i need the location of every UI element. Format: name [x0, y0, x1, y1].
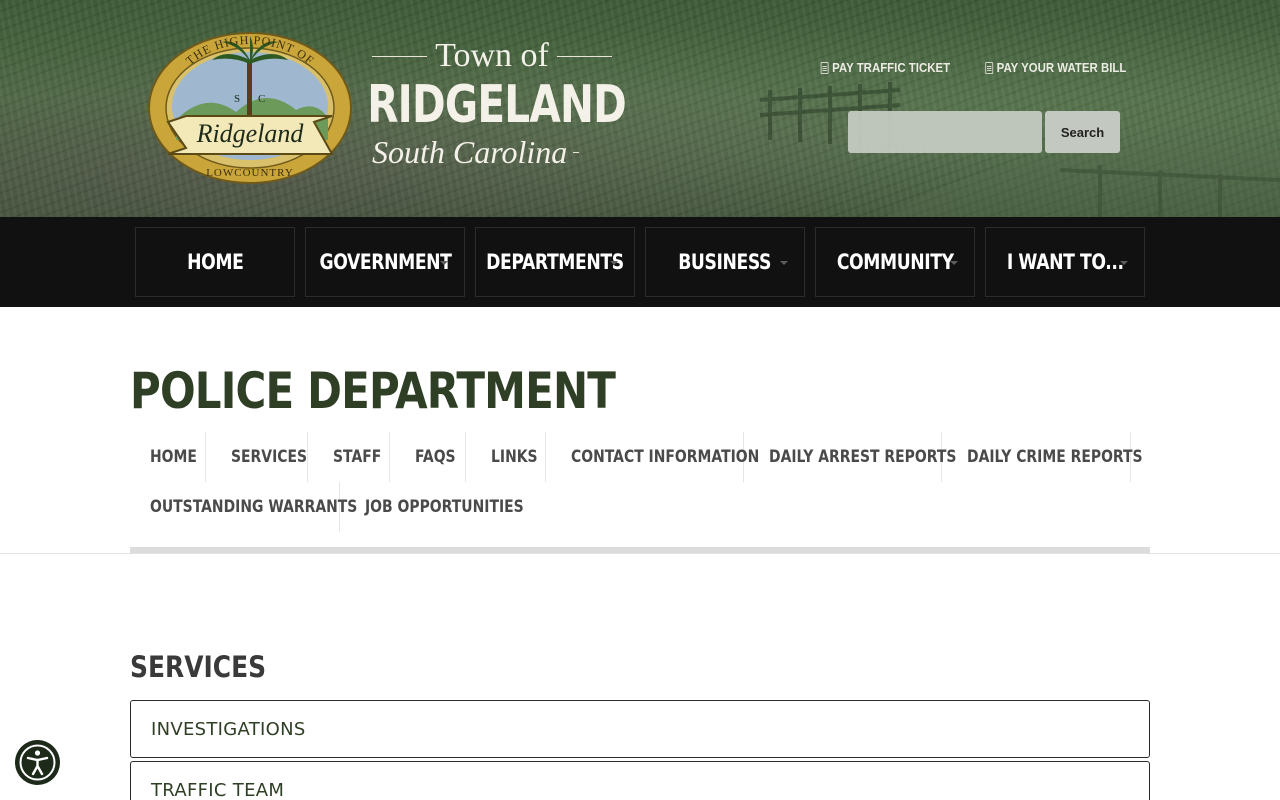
- pay-traffic-ticket-link[interactable]: PAY TRAFFIC TICKET: [820, 60, 950, 75]
- subnav-staff[interactable]: STAFF: [308, 432, 390, 482]
- accordion-investigations[interactable]: INVESTIGATIONS: [130, 700, 1150, 758]
- accessibility-button[interactable]: [15, 740, 60, 785]
- svg-text:C: C: [258, 93, 265, 105]
- brand-state-name: South Carolina: [372, 134, 568, 170]
- accordion-traffic-team[interactable]: TRAFFIC TEAM: [130, 761, 1150, 800]
- page-title: POLICE DEPARTMENT: [130, 362, 616, 420]
- subnav-outstanding-warrants[interactable]: OUTSTANDING WARRANTS: [130, 482, 357, 532]
- brand-town-of: Town of: [435, 37, 549, 74]
- main-nav-government[interactable]: GOVERNMENT: [305, 227, 465, 297]
- subnav-daily-arrest-reports[interactable]: DAILY ARREST REPORTS: [744, 432, 956, 482]
- svg-text:S: S: [234, 93, 240, 105]
- main-navigation: HOME GOVERNMENT DEPARTMENTS BUSINESS COM…: [0, 217, 1280, 307]
- svg-text:LOWCOUNTRY: LOWCOUNTRY: [206, 167, 294, 179]
- main-nav-home[interactable]: HOME: [135, 227, 295, 297]
- subnav-links[interactable]: LINKS: [466, 432, 546, 482]
- main-nav-community[interactable]: COMMUNITY: [815, 227, 975, 297]
- caret-down-icon: [610, 261, 618, 265]
- subnav-home[interactable]: HOME: [130, 432, 206, 482]
- caret-down-icon: [440, 261, 448, 265]
- caret-down-icon: [950, 261, 958, 265]
- subnav-faqs[interactable]: FAQS: [390, 432, 466, 482]
- search-input[interactable]: [848, 111, 1042, 153]
- brand-city-name: RIDGELAND: [367, 75, 627, 135]
- document-icon: [984, 61, 993, 74]
- subnav-job-opportunities[interactable]: JOB OPPORTUNITIES: [340, 482, 530, 532]
- search-button[interactable]: Search: [1045, 111, 1120, 153]
- header-quick-links: PAY TRAFFIC TICKET PAY YOUR WATER BILL: [820, 60, 1126, 75]
- main-nav-departments[interactable]: DEPARTMENTS: [475, 227, 635, 297]
- document-icon: [820, 61, 829, 74]
- caret-down-icon: [1120, 261, 1128, 265]
- pay-water-bill-link[interactable]: PAY YOUR WATER BILL: [984, 60, 1126, 75]
- main-nav-business[interactable]: BUSINESS: [645, 227, 805, 297]
- town-brand-wordmark: Town of RIDGELAND South Carolina: [367, 36, 627, 176]
- caret-down-icon: [780, 261, 788, 265]
- subnav-contact-information[interactable]: CONTACT INFORMATION: [546, 432, 759, 482]
- site-header: S C Ridgeland LOWCOUNTRY THE HIGH POINT …: [0, 0, 1280, 217]
- main-nav-i-want-to[interactable]: I WANT TO...: [985, 227, 1145, 297]
- content-divider: [0, 553, 1280, 554]
- services-heading: SERVICES: [130, 650, 267, 684]
- town-seal-logo: S C Ridgeland LOWCOUNTRY THE HIGH POINT …: [148, 32, 352, 184]
- subnav-services[interactable]: SERVICES: [206, 432, 308, 482]
- accessibility-icon: [19, 744, 56, 781]
- subnav-daily-crime-reports[interactable]: DAILY CRIME REPORTS: [942, 432, 1143, 482]
- seal-banner-text: Ridgeland: [196, 119, 305, 148]
